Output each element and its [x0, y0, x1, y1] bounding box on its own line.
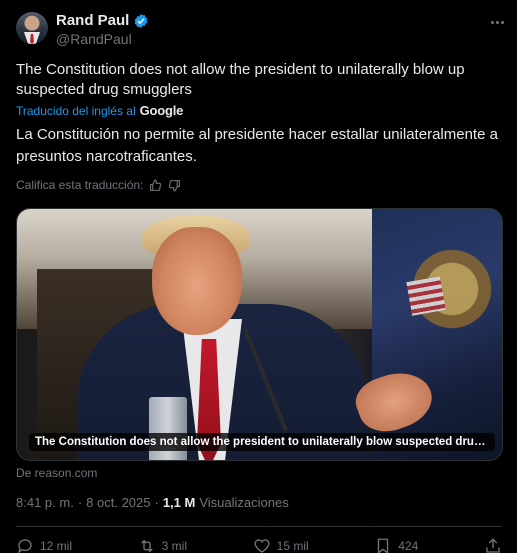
- media-caption: The Constitution does not allow the pres…: [29, 433, 495, 451]
- repost-icon: [140, 539, 153, 553]
- bookmark-count: 424: [398, 539, 419, 553]
- media-video[interactable]: The Constitution does not allow the pres…: [16, 208, 503, 461]
- views-label: Visualizaciones: [199, 495, 289, 510]
- like-icon: [254, 539, 270, 553]
- tweet: Rand Paul @RandPaul The Constitution doe…: [0, 0, 517, 553]
- bookmark-icon: [378, 538, 389, 553]
- author-display-name[interactable]: Rand Paul: [56, 12, 129, 29]
- tweet-text: The Constitution does not allow the pres…: [16, 61, 465, 98]
- like-button[interactable]: 15 mil: [253, 537, 309, 553]
- tweet-date[interactable]: 8 oct. 2025: [86, 495, 150, 510]
- thumbs-down-icon[interactable]: [168, 179, 181, 192]
- reply-button[interactable]: 12 mil: [16, 537, 72, 553]
- more-icon[interactable]: [487, 12, 507, 32]
- translated-from-label[interactable]: Traducido del inglés al: [16, 104, 136, 118]
- bookmark-button[interactable]: 424: [374, 537, 418, 553]
- translation-notice: Traducido del inglés al Google: [16, 103, 183, 118]
- reply-count: 12 mil: [40, 539, 73, 553]
- tweet-time[interactable]: 8:41 p. m.: [16, 495, 74, 510]
- views-count: 1,1 M: [162, 495, 196, 510]
- author-handle[interactable]: @RandPaul: [56, 31, 132, 47]
- google-logo: Google: [139, 103, 184, 118]
- author-name-row: Rand Paul: [56, 12, 149, 29]
- share-button[interactable]: [484, 537, 502, 553]
- tweet-meta: 8:41 p. m. · 8 oct. 2025 · 1,1 M Visuali…: [16, 495, 289, 510]
- meta-separator: ·: [154, 495, 159, 510]
- repost-count: 3 mil: [161, 539, 187, 553]
- rate-translation-label: Califica esta traducción:: [16, 178, 144, 192]
- thumbs-up-icon[interactable]: [149, 179, 162, 192]
- verified-badge-icon: [135, 13, 148, 28]
- rate-translation-row: Califica esta traducción:: [16, 178, 181, 192]
- share-icon: [486, 538, 500, 553]
- divider: [16, 526, 502, 527]
- meta-separator: ·: [77, 495, 83, 510]
- repost-button[interactable]: 3 mil: [138, 537, 187, 553]
- action-bar: 12 mil 3 mil 15 mil 424: [16, 537, 502, 553]
- reply-icon: [17, 539, 32, 553]
- tweet-translation: La Constitución no permite al presidente…: [16, 126, 498, 165]
- avatar[interactable]: [16, 12, 48, 44]
- media-source-link[interactable]: De reason.com: [16, 466, 97, 480]
- like-count: 15 mil: [276, 539, 309, 553]
